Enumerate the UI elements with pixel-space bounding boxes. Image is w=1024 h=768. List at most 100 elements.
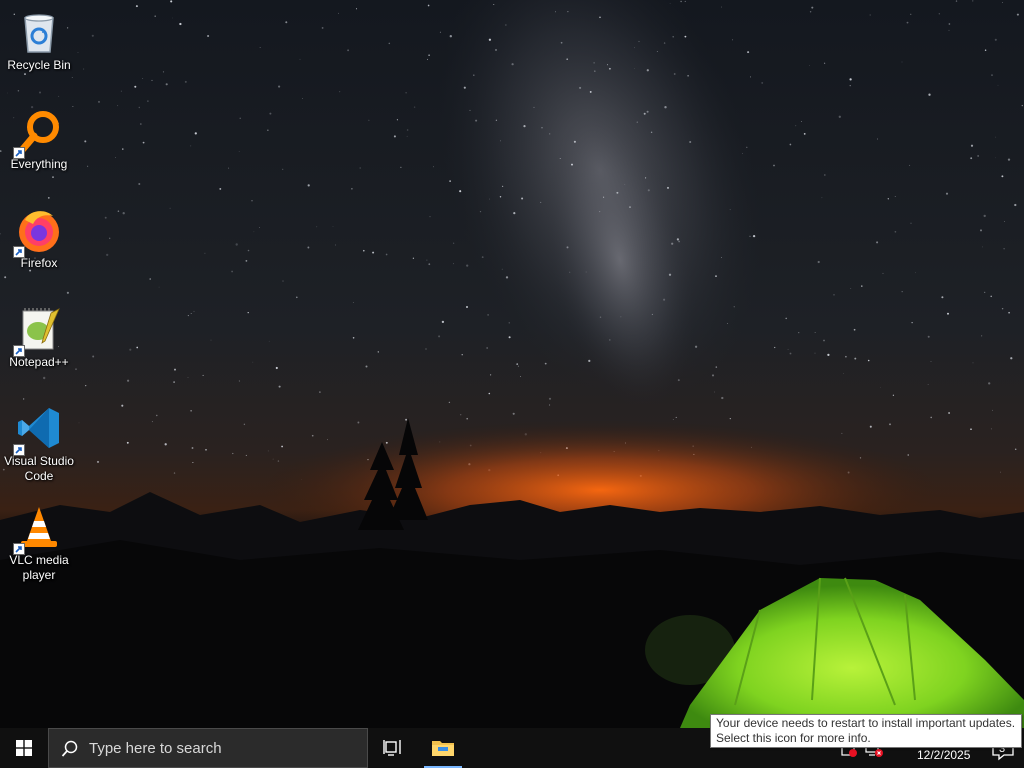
- star: [278, 385, 281, 388]
- desktop-icon-label: Recycle Bin: [7, 58, 71, 72]
- star: [7, 92, 8, 94]
- star: [281, 445, 283, 448]
- star: [267, 129, 269, 131]
- star: [672, 419, 674, 420]
- star: [372, 251, 375, 254]
- star: [475, 119, 478, 122]
- star: [149, 278, 151, 280]
- star: [910, 222, 912, 224]
- star: [385, 253, 388, 256]
- file-explorer-button[interactable]: [422, 728, 464, 768]
- clock-date[interactable]: 12/2/2025: [917, 748, 970, 762]
- star: [992, 409, 993, 411]
- star: [977, 155, 979, 157]
- star: [566, 58, 569, 61]
- star: [513, 212, 516, 215]
- star: [843, 372, 844, 374]
- star: [861, 285, 863, 287]
- star: [388, 42, 391, 45]
- star: [307, 246, 310, 249]
- star: [202, 374, 204, 376]
- star: [733, 306, 735, 308]
- star: [849, 78, 852, 81]
- star: [560, 41, 563, 44]
- star: [405, 92, 407, 94]
- star: [210, 339, 212, 341]
- star: [275, 366, 278, 370]
- star: [567, 11, 569, 13]
- star: [721, 396, 724, 400]
- star: [541, 127, 543, 129]
- star: [827, 353, 830, 357]
- star: [1003, 248, 1005, 250]
- star: [253, 231, 255, 233]
- star: [192, 461, 194, 464]
- search-input[interactable]: Type here to search: [48, 728, 368, 768]
- star: [117, 210, 120, 212]
- star: [43, 376, 46, 380]
- star: [680, 0, 682, 3]
- desktop-icon-label: Notepad++: [9, 355, 69, 369]
- search-placeholder: Type here to search: [89, 740, 222, 757]
- star: [453, 263, 455, 265]
- star: [694, 345, 698, 348]
- star: [880, 386, 881, 388]
- star: [516, 363, 519, 365]
- star: [106, 253, 109, 257]
- star: [126, 441, 129, 444]
- star: [162, 71, 165, 73]
- star: [85, 384, 87, 387]
- desktop-icon-vscode[interactable]: Visual Studio Code: [0, 398, 78, 484]
- star: [979, 229, 983, 232]
- star: [981, 335, 983, 337]
- star: [798, 332, 800, 334]
- desktop-icon-firefox[interactable]: Firefox: [0, 200, 78, 271]
- star: [173, 381, 175, 383]
- star: [239, 117, 241, 119]
- star: [1014, 203, 1017, 207]
- star: [172, 17, 174, 19]
- star: [441, 320, 445, 324]
- desktop-icon-notepad-plus-plus[interactable]: Notepad++: [0, 299, 78, 370]
- folder-icon: [432, 741, 454, 756]
- star: [787, 348, 789, 350]
- desktop-icon-label: Visual Studio Code: [4, 454, 74, 483]
- star: [173, 472, 176, 474]
- star: [400, 166, 402, 168]
- star: [500, 140, 501, 142]
- star: [569, 271, 571, 273]
- star: [138, 106, 141, 109]
- star: [299, 58, 301, 60]
- star: [238, 380, 240, 382]
- star: [948, 29, 950, 31]
- star: [984, 49, 987, 52]
- star: [412, 257, 415, 259]
- star: [339, 91, 341, 93]
- task-view-button[interactable]: [372, 728, 412, 768]
- star: [646, 110, 649, 113]
- star: [1014, 448, 1017, 450]
- star: [544, 362, 547, 365]
- star: [927, 384, 929, 385]
- star: [164, 443, 167, 446]
- star: [720, 6, 722, 8]
- star: [259, 47, 261, 48]
- star: [425, 348, 427, 350]
- notepad-plus-plus-icon: [13, 305, 63, 357]
- desktop-icon-recycle-bin[interactable]: Recycle Bin: [0, 2, 78, 73]
- star: [624, 184, 626, 185]
- start-button[interactable]: [0, 728, 48, 768]
- star: [833, 294, 835, 296]
- star: [994, 38, 997, 41]
- star: [999, 471, 1002, 473]
- star: [663, 42, 666, 44]
- search-icon: [61, 740, 78, 757]
- star: [519, 376, 521, 377]
- star: [588, 359, 591, 363]
- desktop-icon-everything[interactable]: Everything: [0, 101, 78, 172]
- star: [729, 209, 731, 211]
- star: [523, 125, 526, 128]
- desktop-icon-vlc[interactable]: VLC media player: [0, 497, 78, 583]
- star: [894, 196, 896, 198]
- star: [194, 132, 197, 135]
